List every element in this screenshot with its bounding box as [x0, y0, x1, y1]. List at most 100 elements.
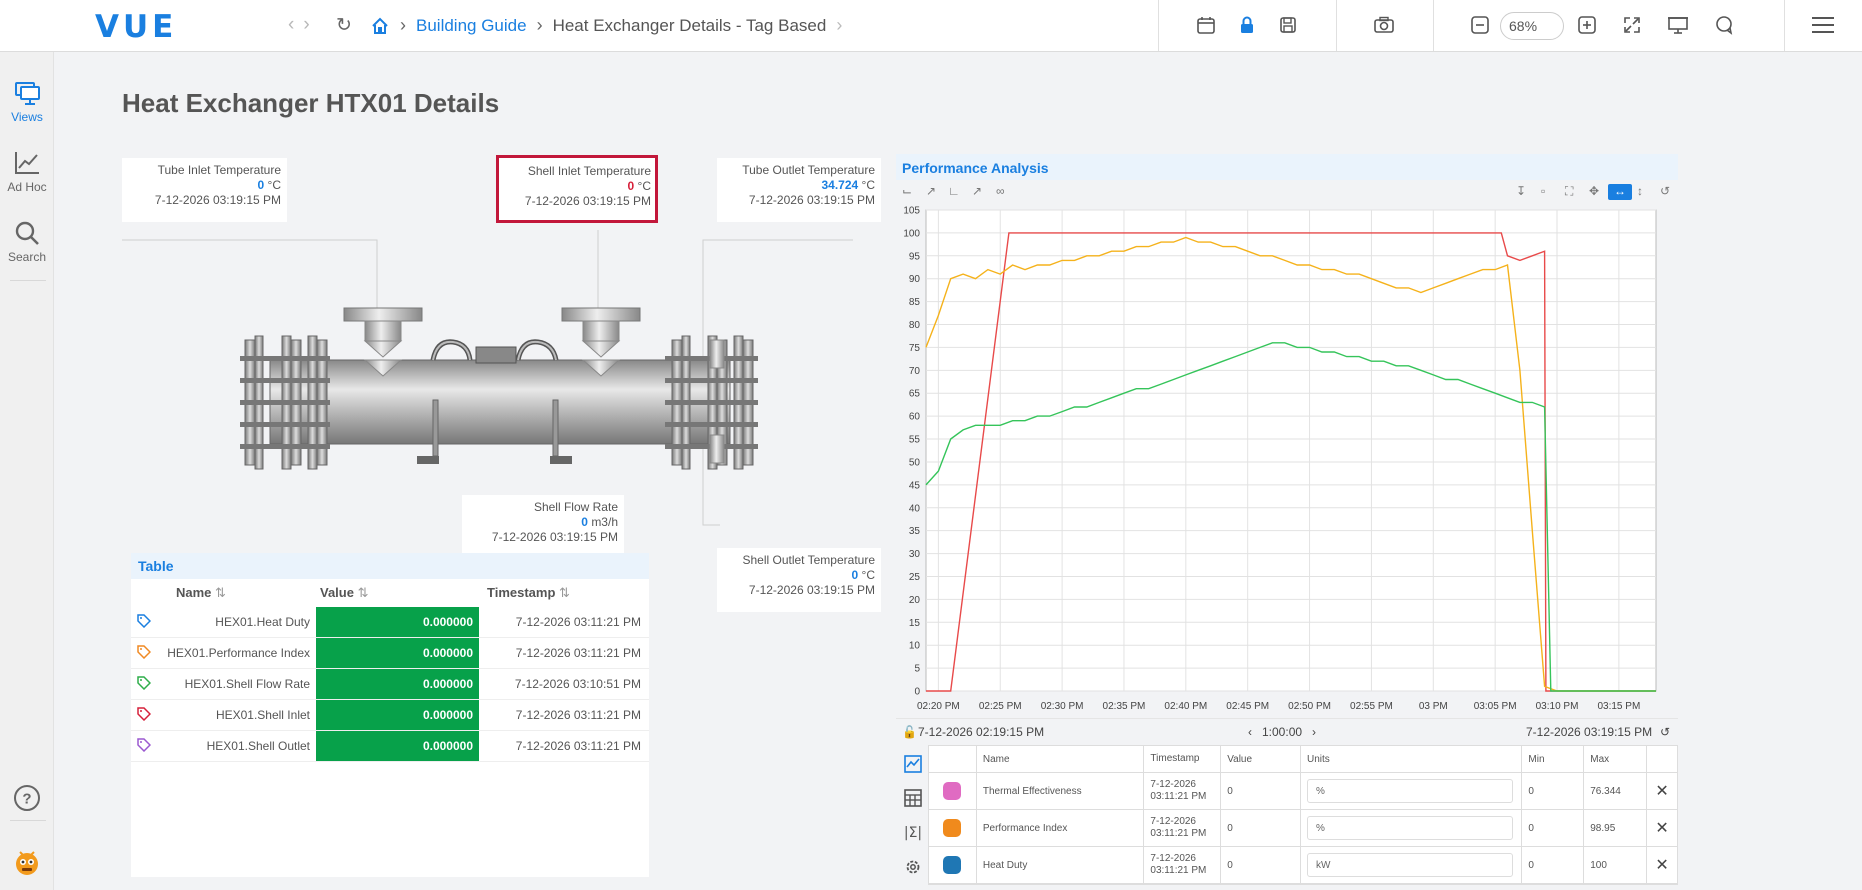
range-end[interactable]: 7-12-2026 03:19:15 PM: [1526, 725, 1652, 739]
presentation-icon[interactable]: [1666, 13, 1690, 37]
trend-view-icon[interactable]: [904, 755, 922, 778]
card-unit: °C: [861, 568, 875, 582]
breadcrumb-building-guide[interactable]: Building Guide: [416, 16, 527, 36]
chat-icon[interactable]: [1712, 13, 1736, 37]
trend-chart[interactable]: 0 5 10 15 20 25 30 35 40 45 50 55 60 65 70 75 80 85 90 95 10…: [896, 204, 1678, 716]
divider: [10, 820, 46, 821]
series-color-swatch[interactable]: [943, 819, 962, 837]
y-tick-label: 80: [909, 320, 921, 331]
y-tick-label: 70: [909, 366, 921, 377]
lock-icon[interactable]: 🔓: [902, 725, 917, 739]
hamburger-menu-icon[interactable]: [1810, 13, 1836, 37]
heat-exchanger-diagram: [122, 230, 853, 526]
chevron-right-icon[interactable]: ›: [1312, 725, 1316, 739]
table-row[interactable]: HEX01.Shell Outlet 0.000000 7-12-2026 03:1…: [131, 731, 649, 762]
row-value: 0.000000: [316, 731, 479, 761]
sort-icon[interactable]: ⇅: [358, 585, 369, 600]
back-icon[interactable]: ‹: [288, 14, 294, 36]
pan-icon[interactable]: ✥: [1589, 184, 1599, 198]
user-avatar-icon[interactable]: [0, 848, 54, 881]
sidebar-item-search[interactable]: Search: [0, 220, 54, 264]
y-tick-label: 95: [909, 251, 921, 262]
x-tick-label: 02:35 PM: [1103, 701, 1146, 712]
units-input[interactable]: kW: [1307, 853, 1513, 877]
fullscreen-icon[interactable]: ⛶: [1565, 184, 1573, 199]
chevron-left-icon[interactable]: ‹: [1248, 725, 1252, 739]
zoom-level-input[interactable]: 68%: [1500, 12, 1564, 40]
sort-icon[interactable]: ⇅: [559, 585, 570, 600]
zoom-out-icon[interactable]: [1468, 13, 1492, 37]
calendar-icon[interactable]: [1194, 13, 1218, 37]
y-tick-label: 105: [903, 206, 920, 217]
legend-row[interactable]: Thermal Effectiveness 7-12-2026 03:11:21 P…: [929, 773, 1677, 810]
vertical-zoom-icon[interactable]: ↕: [1637, 184, 1643, 198]
remove-series-icon[interactable]: ✕: [1647, 847, 1677, 883]
download-icon[interactable]: ↧: [1516, 184, 1526, 198]
reset-icon[interactable]: ↺: [1660, 725, 1670, 739]
card-value: 0: [257, 178, 265, 192]
series-color-swatch[interactable]: [943, 856, 962, 874]
y-tick-label: 25: [909, 572, 921, 583]
legend-table: Name Timestamp Value Units Min Max Therm…: [928, 745, 1678, 885]
legend-col-max: Max: [1584, 746, 1648, 772]
lock-icon[interactable]: [1235, 13, 1259, 37]
tube-outlet-card[interactable]: Tube Outlet Temperature 34.724 °C 7-12-2…: [717, 158, 881, 222]
units-input[interactable]: %: [1307, 816, 1513, 840]
help-icon[interactable]: ?: [0, 784, 54, 815]
tag-icon: [131, 737, 156, 755]
page-title: Heat Exchanger HTX01 Details: [122, 88, 500, 118]
horizontal-zoom-icon[interactable]: ↔: [1608, 184, 1632, 200]
divider: [10, 280, 46, 281]
table-row[interactable]: HEX01.Performance Index 0.000000 7-12-2026…: [131, 638, 649, 669]
legend-series-name: Thermal Effectiveness: [977, 773, 1145, 809]
table-row[interactable]: HEX01.Shell Inlet 0.000000 7-12-2026 03:11…: [131, 700, 649, 731]
link-icon[interactable]: ∞: [996, 184, 1005, 198]
home-icon[interactable]: [370, 16, 390, 36]
refresh-icon[interactable]: ↻: [336, 14, 352, 37]
app-logo[interactable]: VUE: [95, 9, 177, 45]
sidebar: Views Ad Hoc Search ?: [0, 52, 54, 890]
legend-col-name: Name: [977, 746, 1145, 772]
units-input[interactable]: %: [1307, 779, 1513, 803]
trend-icon[interactable]: ↗: [972, 184, 982, 198]
table-row[interactable]: HEX01.Heat Duty 0.000000 7-12-2026 03:11:2…: [131, 607, 649, 638]
table-row[interactable]: HEX01.Shell Flow Rate 0.000000 7-12-2026 0…: [131, 669, 649, 700]
zoom-in-icon[interactable]: [1575, 13, 1599, 37]
legend-row[interactable]: Heat Duty 7-12-2026 03:11:21 PM 0 kW 0 100 ✕: [929, 847, 1677, 884]
series-color-swatch[interactable]: [943, 782, 962, 800]
forward-icon[interactable]: ›: [303, 14, 309, 36]
card-timestamp: 7-12-2026 03:19:15 PM: [748, 583, 875, 597]
copy-icon[interactable]: ▫: [1541, 184, 1545, 198]
x-tick-label: 02:50 PM: [1288, 701, 1331, 712]
range-start[interactable]: 7-12-2026 02:19:15 PM: [918, 725, 1044, 739]
column-header-name[interactable]: Name ⇅: [156, 585, 316, 601]
settings-gear-icon[interactable]: [904, 858, 922, 881]
sidebar-item-ad-hoc[interactable]: Ad Hoc: [0, 150, 54, 194]
sort-icon[interactable]: ⇅: [215, 585, 226, 600]
column-header-value[interactable]: Value ⇅: [316, 585, 479, 601]
tube-inlet-card[interactable]: Tube Inlet Temperature 0 °C 7-12-2026 03…: [122, 158, 287, 222]
row-name: HEX01.Shell Outlet: [206, 739, 310, 753]
axis-scale-icon[interactable]: ∟: [948, 184, 960, 198]
axis-icon[interactable]: ⌙: [902, 184, 912, 198]
remove-series-icon[interactable]: ✕: [1647, 810, 1677, 846]
remove-series-icon[interactable]: ✕: [1647, 773, 1677, 809]
table-view-icon[interactable]: [904, 789, 922, 812]
shell-inlet-card[interactable]: Shell Inlet Temperature 0 °C 7-12-2026 0…: [496, 155, 658, 223]
plot-area: [925, 209, 1657, 692]
camera-icon[interactable]: [1372, 13, 1396, 37]
breadcrumb-separator: ›: [400, 15, 406, 35]
reset-icon[interactable]: ↺: [1660, 184, 1670, 198]
statistics-icon[interactable]: |Σ|: [904, 823, 922, 846]
fit-screen-icon[interactable]: [1620, 13, 1644, 37]
card-label: Shell Inlet Temperature: [527, 164, 651, 178]
legend-row[interactable]: Performance Index 7-12-2026 03:11:21 PM 0% 0…: [929, 810, 1677, 847]
range-duration[interactable]: 1:00:00: [1262, 725, 1302, 739]
y-tick-label: 45: [909, 480, 921, 491]
sidebar-item-views[interactable]: Views: [0, 80, 54, 124]
column-header-timestamp[interactable]: Timestamp ⇅: [479, 585, 649, 601]
save-icon[interactable]: [1276, 13, 1300, 37]
card-timestamp: 7-12-2026 03:19:15 PM: [154, 193, 281, 207]
auto-scale-icon[interactable]: ↗: [926, 184, 936, 198]
shell-outlet-card[interactable]: Shell Outlet Temperature 0 °C 7-12-2026 …: [717, 548, 881, 612]
